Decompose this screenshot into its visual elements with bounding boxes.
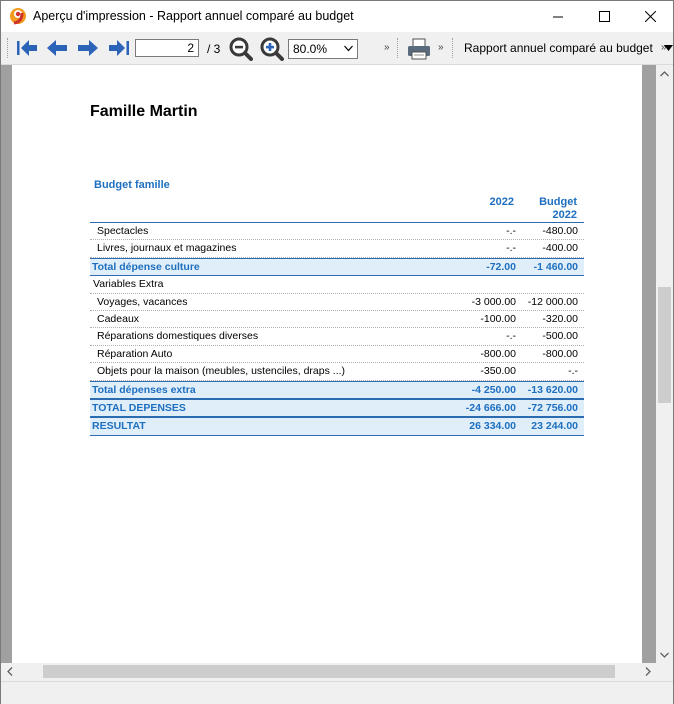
report-table: Spectacles -.- -480.00 Livres, journaux et … [90,222,584,436]
scroll-up-icon[interactable] [656,65,673,82]
table-row: Réparations domestiques diverses -.- -500.… [90,328,584,346]
preview-viewport[interactable]: Famille Martin Budget famille 2022 Budge… [1,65,656,663]
title-bar: Aperçu d'impression - Rapport annuel com… [1,1,673,32]
row-value-budget: -.- [568,365,578,378]
app-logo-icon [10,8,26,25]
close-icon [644,11,656,22]
zoom-in-icon[interactable] [260,37,284,61]
horizontal-scrollbar[interactable] [1,663,673,680]
row-value-2022: -3 000.00 [471,295,516,308]
row-value-2022: -350.00 [480,365,516,378]
column-header-budget-year: 2022 [552,209,577,221]
row-label: Total dépense culture [92,260,200,273]
row-value-2022: -.- [506,225,516,237]
toolbar-overflow-button[interactable]: » [661,42,666,53]
group-row: Variables Extra [90,276,584,294]
close-button[interactable] [627,1,673,32]
last-page-icon[interactable] [107,38,131,58]
row-label: Total dépenses extra [92,383,196,396]
printer-icon[interactable] [406,37,432,61]
row-value-2022: -100.00 [480,312,516,325]
row-label: Spectacles [97,225,149,237]
table-row: Cadeaux -100.00 -320.00 [90,311,584,329]
row-value-budget: -500.00 [542,330,578,343]
report-page: Famille Martin Budget famille 2022 Budge… [12,65,642,663]
horizontal-scroll-thumb[interactable] [43,665,615,678]
total-row: Total dépenses extra -4 250.00 -13 620.00 [90,380,584,399]
report-selector[interactable]: Rapport annuel comparé au budget [464,41,674,55]
row-value-2022: -.- [506,330,516,343]
row-value-2022: -72.00 [486,260,516,273]
row-label: Réparations domestiques diverses [97,330,259,343]
toolbar-grip[interactable] [452,38,456,58]
maximize-button[interactable] [581,1,627,32]
page-number-input[interactable]: 2 [135,39,199,57]
vertical-scroll-thumb[interactable] [658,287,671,403]
row-label: RESULTAT [92,420,146,433]
table-row: Livres, journaux et magazines -.- -400.00 [90,240,584,258]
row-value-budget: -400.00 [542,242,578,255]
minimize-button[interactable] [535,1,581,32]
section-title: Budget famille [94,179,170,191]
toolbar-grip[interactable] [7,38,11,58]
row-value-budget: -800.00 [542,347,578,360]
print-preview-window: Aperçu d'impression - Rapport annuel com… [0,0,674,704]
row-value-budget: -320.00 [542,312,578,325]
vertical-scrollbar[interactable] [656,65,673,663]
table-row: Réparation Auto -800.00 -800.00 [90,346,584,364]
chevron-down-icon [344,45,353,52]
row-value-budget: -72 756.00 [527,401,578,414]
row-label: Cadeaux [97,312,140,325]
total-row: RESULTAT 26 334.00 23 244.00 [90,417,584,436]
column-header-budget: Budget [539,196,577,208]
total-row: Total dépense culture -72.00 -1 460.00 [90,257,584,277]
page-total-label: / 3 [207,42,221,56]
row-label: Variables Extra [93,278,164,291]
row-value-2022: -800.00 [480,347,516,360]
row-value-budget: -13 620.00 [527,383,578,396]
report-selector-label: Rapport annuel comparé au budget [464,41,653,55]
scroll-right-icon[interactable] [639,663,656,680]
previous-page-icon[interactable] [45,38,69,58]
row-label: Livres, journaux et magazines [97,242,237,255]
toolbar-grip[interactable] [397,38,401,58]
window-title: Aperçu d'impression - Rapport annuel com… [33,9,354,23]
toolbar-overflow-button[interactable]: » [384,42,389,53]
column-header-year: 2022 [489,196,514,208]
row-value-2022: 26 334.00 [469,420,516,433]
next-page-icon[interactable] [76,38,100,58]
scroll-left-icon[interactable] [1,663,18,680]
row-value-2022: -24 666.00 [465,401,516,414]
report-title: Famille Martin [90,103,198,120]
minimize-icon [553,16,563,17]
toolbar: 2 / 3 80.0% » » Rapport annuel comparé a… [1,32,674,65]
row-value-2022: -4 250.00 [471,383,516,396]
toolbar-overflow-button[interactable]: » [438,42,443,53]
row-label: TOTAL DEPENSES [92,401,186,414]
table-row: Voyages, vacances -3 000.00 -12 000.00 [90,294,584,311]
row-value-budget: -480.00 [542,225,578,237]
total-row: TOTAL DEPENSES -24 666.00 -72 756.00 [90,398,584,418]
first-page-icon[interactable] [15,38,39,58]
zoom-value: 80.0% [293,42,328,56]
zoom-select[interactable]: 80.0% [288,39,358,59]
row-value-budget: -12 000.00 [527,295,578,308]
row-value-2022: -.- [506,242,516,255]
row-label: Voyages, vacances [97,295,188,308]
zoom-out-icon[interactable] [229,37,253,61]
row-value-budget: -1 460.00 [533,260,578,273]
table-row: Spectacles -.- -480.00 [90,223,584,241]
row-label: Objets pour la maison (meubles, ustencil… [97,365,346,378]
scroll-down-icon[interactable] [656,646,673,663]
status-bar [1,681,673,704]
row-value-budget: 23 244.00 [531,420,578,433]
row-label: Réparation Auto [97,347,173,360]
maximize-icon [598,11,610,22]
table-row: Objets pour la maison (meubles, ustencil… [90,363,584,381]
